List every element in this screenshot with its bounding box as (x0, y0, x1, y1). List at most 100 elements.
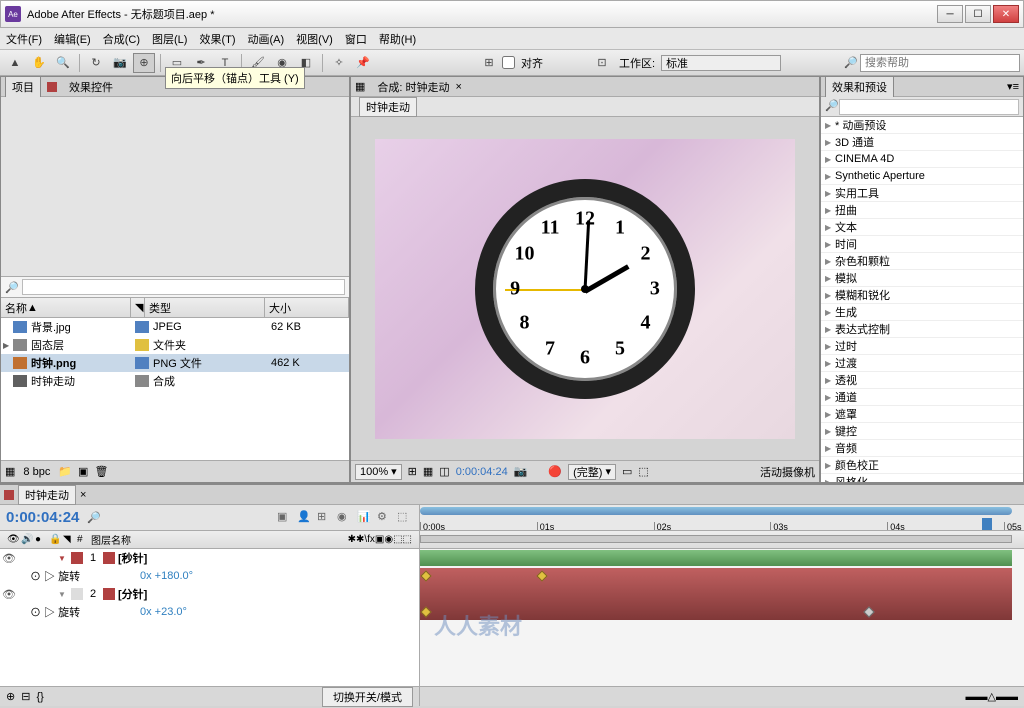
eye-icon[interactable]: 👁 (2, 588, 16, 601)
effect-category[interactable]: ▶* 动画预设 (821, 117, 1023, 134)
grid-icon[interactable]: ▦ (423, 465, 433, 478)
frame-blend-icon[interactable]: ⊞ (317, 510, 333, 526)
speaker-col-icon[interactable]: 🔊 (18, 534, 32, 545)
tab-close-icon[interactable]: × (80, 489, 86, 501)
project-item[interactable]: ▶ 固态层 文件夹 (1, 336, 349, 354)
graph-icon[interactable]: 📊 (357, 510, 373, 526)
snapshot-icon[interactable]: 📷 (514, 465, 528, 478)
snap-checkbox[interactable] (502, 56, 515, 69)
eye-col-icon[interactable]: 👁 (4, 534, 18, 545)
effect-category[interactable]: ▶通道 (821, 389, 1023, 406)
zoom-dropdown[interactable]: 100% ▾ (355, 464, 402, 480)
tab-project[interactable]: 项目 (5, 76, 41, 97)
effect-category[interactable]: ▶遮罩 (821, 406, 1023, 423)
timeline-layer[interactable]: 👁 ▼2 [分针] (0, 585, 419, 603)
effect-category[interactable]: ▶扭曲 (821, 202, 1023, 219)
effect-category[interactable]: ▶音频 (821, 440, 1023, 457)
layer-property[interactable]: ⊙ ▷ 旋转 0x +23.0° (0, 603, 419, 621)
viewer-time[interactable]: 0:00:04:24 (456, 466, 508, 478)
effect-category[interactable]: ▶3D 通道 (821, 134, 1023, 151)
effect-category[interactable]: ▶时间 (821, 236, 1023, 253)
local-axis-icon[interactable]: ⊞ (478, 53, 500, 73)
brain-icon[interactable]: ⚙ (377, 510, 393, 526)
view-layout-icon[interactable]: ▦ (355, 80, 365, 93)
effect-category[interactable]: ▶键控 (821, 423, 1023, 440)
effect-category[interactable]: ▶文本 (821, 219, 1023, 236)
project-item[interactable]: 时钟走动 合成 (1, 372, 349, 390)
toggle-icon[interactable]: ⊟ (21, 690, 30, 703)
menu-help[interactable]: 帮助(H) (379, 31, 416, 47)
comp-tab[interactable]: 合成: 时钟走动 (377, 79, 449, 95)
menu-file[interactable]: 文件(F) (6, 31, 42, 47)
col-name[interactable]: 名称 (5, 300, 27, 316)
menu-composition[interactable]: 合成(C) (103, 31, 140, 47)
3d-icon[interactable]: ⬚ (397, 510, 413, 526)
channel-icon[interactable]: 🔴 (548, 465, 562, 478)
maximize-button[interactable]: ☐ (965, 5, 991, 23)
toggle-icon[interactable]: {} (36, 691, 43, 703)
mask-icon[interactable]: ◫ (439, 465, 449, 478)
eye-icon[interactable]: 👁 (2, 552, 16, 565)
effect-category[interactable]: ▶模拟 (821, 270, 1023, 287)
comp-name-tab[interactable]: 时钟走动 (359, 97, 417, 117)
effect-category[interactable]: ▶颜色校正 (821, 457, 1023, 474)
interpret-icon[interactable]: ▦ (5, 465, 15, 478)
work-area-bar[interactable] (420, 507, 1012, 515)
resolution-icon[interactable]: ⊞ (408, 465, 417, 478)
effect-category[interactable]: ▶实用工具 (821, 185, 1023, 202)
shy-icon[interactable]: 👤 (297, 510, 313, 526)
col-type[interactable]: 类型 (145, 298, 265, 317)
effect-category[interactable]: ▶风格化 (821, 474, 1023, 482)
composition-viewer[interactable]: 121234567891011 (351, 117, 819, 460)
timeline-tab[interactable]: 时钟走动 (18, 485, 76, 505)
toggle-icon[interactable]: ⊕ (6, 690, 15, 703)
layer-name-header[interactable]: 图层名称 (88, 532, 134, 547)
hand-tool[interactable]: ✋ (28, 53, 50, 73)
timeline-tracks[interactable]: 人人素材 (420, 549, 1024, 686)
rotate-tool[interactable]: ↻ (85, 53, 107, 73)
zoom-slider[interactable]: ▬▬△▬▬ (966, 690, 1018, 703)
minimize-button[interactable]: ─ (937, 5, 963, 23)
selection-tool[interactable]: ▲ (4, 53, 26, 73)
layer-property[interactable]: ⊙ ▷ 旋转 0x +180.0° (0, 567, 419, 585)
project-item[interactable]: 背景.jpg JPEG 62 KB (1, 318, 349, 336)
comp-mini-icon[interactable]: ▣ (277, 510, 293, 526)
3d-icon[interactable]: ⬚ (638, 465, 648, 478)
effects-search-input[interactable] (839, 99, 1019, 115)
effect-category[interactable]: ▶表达式控制 (821, 321, 1023, 338)
switch-mode-button[interactable]: 切换开关/模式 (322, 687, 413, 707)
quality-dropdown[interactable]: (完整) ▾ (568, 464, 616, 480)
new-comp-icon[interactable]: ▣ (78, 465, 88, 478)
menu-view[interactable]: 视图(V) (296, 31, 333, 47)
solo-col-icon[interactable]: ● (32, 534, 46, 545)
effect-category[interactable]: ▶Synthetic Aperture (821, 168, 1023, 185)
col-size[interactable]: 大小 (265, 298, 349, 317)
roto-tool[interactable]: ✧ (328, 53, 350, 73)
time-ruler[interactable]: 0:00s01s02s03s04s05s (420, 505, 1024, 531)
effect-category[interactable]: ▶CINEMA 4D (821, 151, 1023, 168)
effect-category[interactable]: ▶过渡 (821, 355, 1023, 372)
project-search-input[interactable] (22, 279, 345, 295)
effect-category[interactable]: ▶模糊和锐化 (821, 287, 1023, 304)
search-layout-icon[interactable]: ⊡ (591, 53, 613, 73)
search-icon[interactable]: 🔎 (87, 511, 101, 524)
help-search-input[interactable] (860, 54, 1020, 72)
tab-effect-controls[interactable]: 效果控件 (63, 77, 119, 97)
puppet-tool[interactable]: 📌 (352, 53, 374, 73)
bpc-button[interactable]: 8 bpc (21, 466, 52, 478)
camera-tool[interactable]: 📷 (109, 53, 131, 73)
close-button[interactable]: ✕ (993, 5, 1019, 23)
zoom-tool[interactable]: 🔍 (52, 53, 74, 73)
motion-blur-icon[interactable]: ◉ (337, 510, 353, 526)
menu-effect[interactable]: 效果(T) (199, 31, 235, 47)
effect-category[interactable]: ▶透视 (821, 372, 1023, 389)
menu-window[interactable]: 窗口 (345, 31, 367, 47)
tab-close-icon[interactable]: × (456, 81, 462, 93)
panel-menu-icon[interactable]: ▾≡ (1007, 80, 1019, 93)
timeline-layer[interactable]: 👁 ▼1 [秒针] (0, 549, 419, 567)
workarea-dropdown[interactable]: 标准 (661, 55, 781, 71)
effect-category[interactable]: ▶杂色和颗粒 (821, 253, 1023, 270)
menu-animation[interactable]: 动画(A) (248, 31, 285, 47)
camera-label[interactable]: 活动摄像机 (760, 464, 815, 480)
menu-layer[interactable]: 图层(L) (152, 31, 187, 47)
